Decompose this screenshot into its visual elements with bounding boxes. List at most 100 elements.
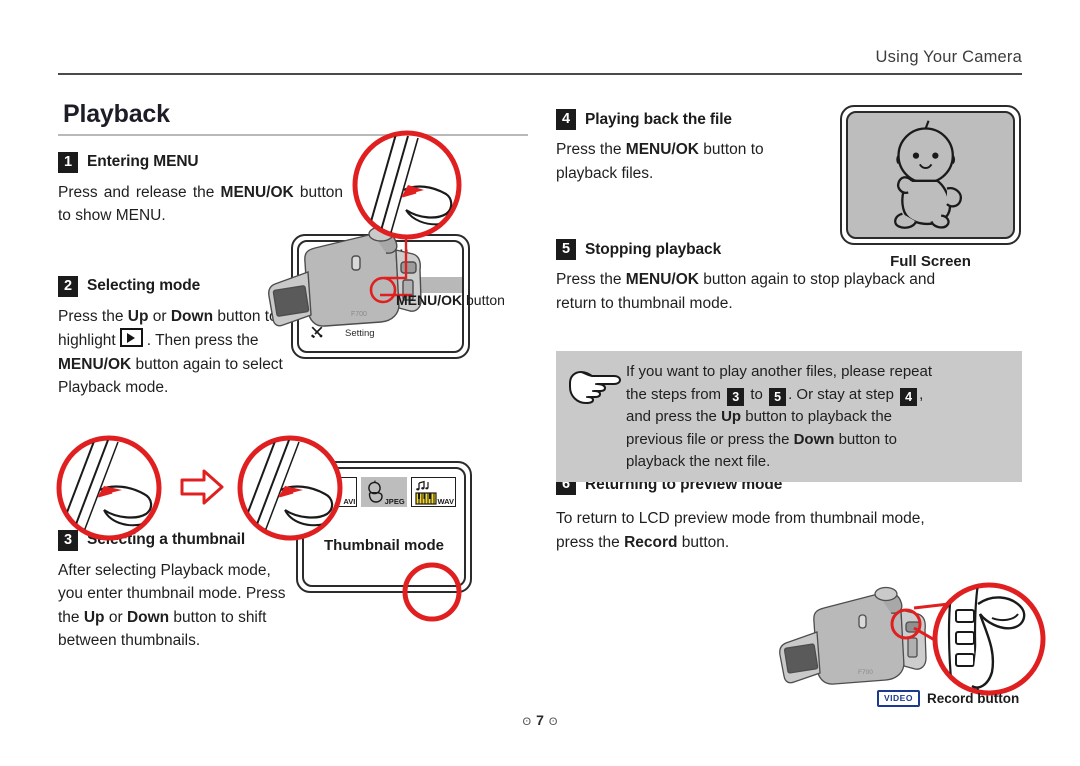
step-2-l3rest: button again to select — [131, 355, 283, 373]
step-1-title: Entering MENU — [87, 153, 199, 170]
step-3-l3b: or — [104, 608, 127, 626]
baby-illustration — [894, 120, 962, 229]
step-4-l1b: button to — [698, 141, 764, 158]
step-5-line-2: return to thumbnail mode. — [556, 294, 733, 312]
playback-mode-icon — [119, 328, 143, 348]
step-2-l1b: or — [148, 307, 171, 325]
note-line-4: previous file or press the Down button t… — [626, 429, 1014, 452]
step-3-l3a: the — [58, 608, 84, 626]
thumbnail-cell-jpeg[interactable]: JPEG — [361, 477, 407, 507]
step-5-line-1: Press the MENU/OK button again to stop p… — [556, 268, 1022, 292]
note-callout-box: If you want to play another files, pleas… — [556, 351, 1022, 482]
note-l2d: , — [919, 385, 924, 403]
page-title: Playback — [63, 100, 170, 128]
pointing-hand-icon — [564, 361, 626, 410]
note-l3a: and press the — [626, 408, 722, 425]
step-4-line-1: Press the MENU/OK button to — [556, 138, 811, 162]
note-line-1: If you want to play another files, pleas… — [626, 363, 933, 380]
footer-ornament-left: ʘ — [522, 716, 532, 728]
step-2-up: Up — [127, 307, 149, 325]
step-3-down: Down — [126, 608, 170, 626]
step-6-l2b: button. — [677, 533, 730, 551]
full-screen-preview-panel — [840, 105, 1021, 245]
full-screen-preview-inner — [846, 111, 1015, 239]
step-3-body: After selecting Playback mode, you enter… — [58, 559, 320, 653]
step-5-block: 5 Stopping playback Press the MENU/OK bu… — [556, 239, 1022, 315]
step-1-badge: 1 — [58, 151, 78, 173]
step-6-body: To return to LCD preview mode from thumb… — [556, 507, 1022, 554]
note-line-5: playback the next file. — [626, 453, 771, 470]
sequence-arrow-icon — [180, 469, 224, 505]
menuok-label-rest: button — [462, 292, 505, 308]
record-button-callout: VIDEO Record button — [877, 690, 1019, 707]
menuok-magnified-callout — [352, 130, 462, 240]
step-2-l3bold: MENU/OK — [58, 355, 132, 373]
note-down: Down — [793, 430, 835, 448]
thumbnail-cell-wav[interactable]: WAV — [410, 477, 456, 507]
step-4-title: Playing back the file — [585, 110, 732, 128]
step-3-l3c: button to shift — [169, 608, 267, 626]
page-header: Using Your Camera — [58, 48, 1022, 78]
note-step-from-badge: 3 — [727, 387, 745, 406]
note-l2a: the steps from — [626, 385, 726, 403]
thumbnail-tag: JPEG — [384, 496, 405, 506]
note-line-3: and press the Up button to playback the — [626, 406, 1014, 429]
page-footer: ʘ7ʘ — [0, 712, 1080, 728]
step-4-badge: 4 — [556, 109, 576, 130]
menuok-button-callout-label: MENU/OK button — [396, 292, 505, 308]
wav-piano-icon — [415, 480, 437, 505]
step-6-block: 6 Returning to preview mode To return to… — [556, 474, 1022, 554]
step-2-badge: 2 — [58, 275, 78, 297]
step-5-l1bold: MENU/OK — [625, 271, 699, 289]
jpeg-baby-icon — [365, 480, 387, 505]
step-2-down: Down — [170, 307, 214, 325]
video-badge: VIDEO — [877, 690, 920, 707]
step-4-l1a: Press the — [556, 141, 626, 158]
step-6-line-2: press the Record button. — [556, 531, 1022, 555]
note-l2b: to — [746, 385, 768, 403]
step-6-l2a: press the — [556, 533, 625, 551]
step-5-l1b: button again to stop playback and — [698, 271, 936, 289]
step-3-line-4: between thumbnails. — [58, 632, 201, 650]
step-5-title: Stopping playback — [585, 240, 722, 258]
step-3-up: Up — [83, 608, 105, 626]
step-2-title: Selecting mode — [87, 277, 201, 295]
step-1-text-a: Press and release the — [58, 183, 221, 201]
footer-ornament-right: ʘ — [548, 716, 558, 728]
step-3-line-3: the Up or Down button to shift — [58, 606, 320, 630]
jpeg-thumbnail-highlight-circle — [402, 562, 462, 622]
step-2-line-3: MENU/OK button again to select — [58, 353, 318, 377]
note-line-2: the steps from 3 to 5. Or stay at step 4… — [626, 384, 1014, 407]
note-l3b: button to playback the — [741, 408, 892, 425]
step-2-l2b: . Then press the — [146, 332, 259, 350]
svg-text:F700: F700 — [858, 669, 873, 676]
step-5-l1a: Press the — [556, 271, 626, 289]
step-4-l1bold: MENU/OK — [625, 141, 699, 158]
press-button-callout-right — [237, 435, 343, 541]
svg-text:F700: F700 — [351, 311, 367, 318]
note-text: If you want to play another files, pleas… — [626, 361, 1014, 474]
record-button-label: Record button — [926, 690, 1020, 706]
note-l2c: . Or stay at step — [788, 385, 899, 403]
press-button-callout-left — [56, 435, 162, 541]
note-step-to-badge: 5 — [769, 387, 787, 406]
step-4-body: Press the MENU/OK button to playback fil… — [556, 138, 811, 185]
step-1-text-bold: MENU/OK — [220, 183, 294, 201]
step-2-line-4: Playback mode. — [58, 379, 169, 397]
step-6-l2bold: Record — [624, 533, 678, 551]
step-3-line-2: you enter thumbnail mode. Press — [58, 585, 286, 603]
note-up: Up — [721, 408, 742, 425]
page-number: 7 — [536, 712, 544, 728]
step-3-line-1: After selecting Playback mode, — [58, 561, 271, 579]
step-6-line-1: To return to LCD preview mode from thumb… — [556, 510, 925, 528]
thumbnail-tag: WAV — [437, 496, 454, 506]
header-divider — [58, 73, 1022, 75]
step-5-body: Press the MENU/OK button again to stop p… — [556, 268, 1022, 315]
note-l4b: button to — [834, 430, 897, 448]
step-5-badge: 5 — [556, 239, 576, 261]
menuok-label-bold: MENU/OK — [396, 292, 463, 308]
note-l4a: previous file or press the — [626, 430, 794, 448]
record-button-magnified-callout — [932, 582, 1046, 696]
step-4-line-2: playback files. — [556, 164, 654, 182]
step-2-l2a: highlight — [58, 332, 116, 350]
